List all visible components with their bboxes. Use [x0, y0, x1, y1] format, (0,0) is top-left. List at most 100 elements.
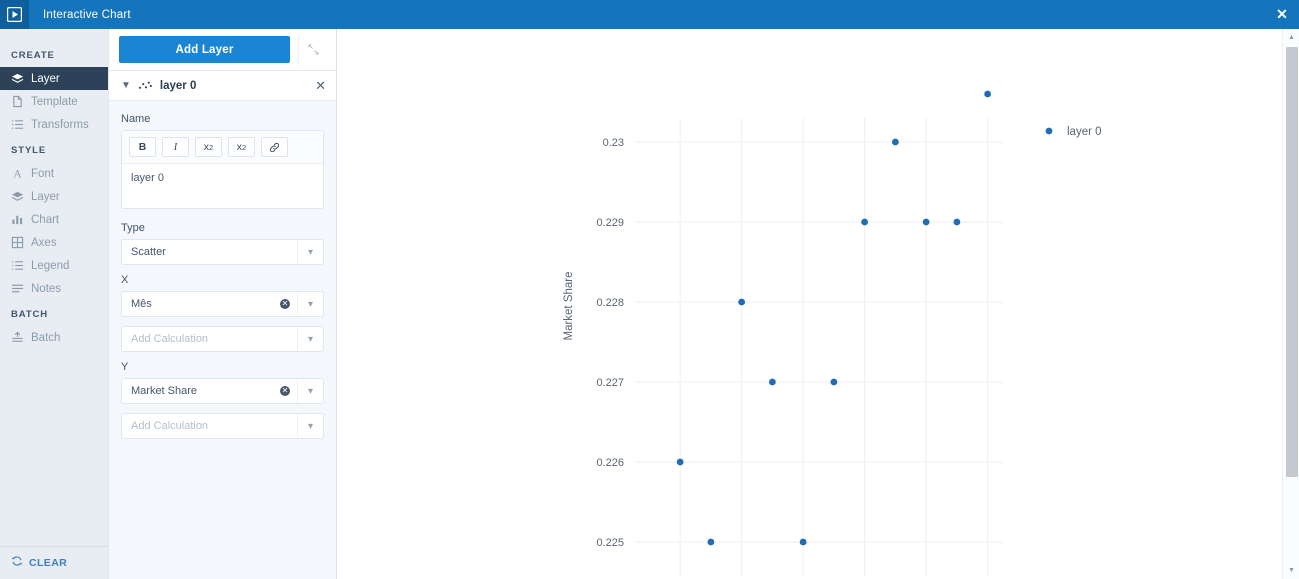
- clear-y-icon[interactable]: ✕: [280, 386, 290, 396]
- sidebar-item-layer-create[interactable]: Layer: [0, 67, 108, 90]
- sidebar-section-batch: BATCH: [11, 309, 49, 320]
- legend-label[interactable]: layer 0: [1067, 126, 1102, 138]
- add-layer-button[interactable]: Add Layer: [119, 36, 290, 63]
- data-point[interactable]: [799, 538, 807, 546]
- sidebar-section-create: CREATE: [11, 50, 55, 61]
- rich-text-toolbar: B I x2 x2: [122, 131, 323, 164]
- play-logo-icon: [0, 0, 29, 29]
- data-point[interactable]: [953, 218, 961, 226]
- sidebar: CREATE Layer Template Transforms STYLE A…: [0, 29, 109, 579]
- x-calculation-placeholder: Add Calculation: [131, 333, 209, 345]
- clear-button[interactable]: CLEAR: [0, 546, 108, 579]
- clear-x-icon[interactable]: ✕: [280, 299, 290, 309]
- title-bar: Interactive Chart ✕: [0, 0, 1299, 29]
- y-tick-label: 0.226: [596, 457, 624, 469]
- data-point[interactable]: [891, 138, 899, 146]
- sidebar-item-label: Legend: [31, 259, 70, 272]
- sidebar-item-label: Font: [31, 167, 55, 180]
- scrollbar-thumb[interactable]: [1286, 47, 1298, 477]
- grid-icon: [11, 236, 24, 249]
- legend-marker: [1045, 127, 1053, 135]
- y-calculation-select[interactable]: Add Calculation ▾: [121, 413, 324, 439]
- x-calculation-select[interactable]: Add Calculation ▾: [121, 326, 324, 352]
- name-input[interactable]: layer 0: [122, 164, 323, 208]
- y-select-value: Market Share: [131, 385, 198, 397]
- bold-button[interactable]: B: [129, 137, 156, 157]
- bar-chart-icon: [11, 213, 24, 226]
- sidebar-item-label: Transforms: [31, 118, 89, 131]
- sidebar-item-axes[interactable]: Axes: [0, 231, 108, 254]
- close-icon[interactable]: ✕: [1265, 0, 1299, 29]
- layer-header-title: layer 0: [159, 79, 197, 92]
- x-select-value: Mês: [131, 298, 152, 310]
- data-point[interactable]: [830, 378, 838, 386]
- sidebar-item-chart[interactable]: Chart: [0, 208, 108, 231]
- sidebar-item-notes[interactable]: Notes: [0, 277, 108, 300]
- chart-canvas[interactable]: 0.23 0.229 0.228 0.227 0.226 0.225 Market Shar…: [337, 29, 1282, 579]
- sidebar-section-style: STYLE: [11, 145, 47, 156]
- close-icon[interactable]: ✕: [315, 79, 326, 92]
- y-tick-label: 0.225: [596, 537, 624, 549]
- scatter-chart: 0.23 0.229 0.228 0.227 0.226 0.225 Market Shar…: [563, 90, 1102, 579]
- chevron-down-icon: ▾: [297, 379, 323, 403]
- layer-header: ▼ layer 0 ✕: [109, 71, 336, 101]
- x-select[interactable]: Mês ✕ ▾: [121, 291, 324, 317]
- data-point[interactable]: [738, 298, 746, 306]
- type-select-value: Scatter: [131, 246, 166, 258]
- sidebar-item-template[interactable]: Template: [0, 90, 108, 113]
- clear-label: CLEAR: [29, 557, 68, 569]
- sidebar-item-label: Chart: [31, 213, 60, 226]
- sidebar-item-label: Axes: [31, 236, 57, 249]
- scroll-up-icon[interactable]: ▲: [1283, 29, 1299, 46]
- subscript-button[interactable]: x2: [195, 137, 222, 157]
- data-point[interactable]: [861, 218, 869, 226]
- scroll-down-icon[interactable]: ▼: [1283, 562, 1299, 579]
- chevron-down-icon: ▾: [297, 414, 323, 438]
- collapse-arrows-icon[interactable]: [298, 34, 328, 65]
- chevron-down-icon: ▾: [297, 240, 323, 264]
- sidebar-item-font[interactable]: A Font: [0, 162, 108, 185]
- layers-icon: [11, 72, 24, 85]
- data-point[interactable]: [768, 378, 776, 386]
- document-icon: [11, 95, 24, 108]
- layer-properties-panel: Add Layer ▼ layer 0 ✕ Name B I x2 x2 lay…: [109, 29, 337, 579]
- scatter-icon: [138, 80, 153, 92]
- sidebar-item-layer-style[interactable]: Layer: [0, 185, 108, 208]
- chevron-down-icon[interactable]: ▼: [121, 80, 131, 91]
- y-select[interactable]: Market Share ✕ ▾: [121, 378, 324, 404]
- data-point[interactable]: [676, 458, 684, 466]
- link-button[interactable]: [261, 137, 288, 157]
- vertical-scrollbar[interactable]: ▲ ▼: [1282, 29, 1299, 579]
- batch-icon: [11, 331, 24, 344]
- chevron-down-icon: ▾: [297, 292, 323, 316]
- y-tick-label: 0.229: [596, 217, 624, 229]
- svg-text:A: A: [13, 169, 21, 180]
- superscript-button[interactable]: x2: [228, 137, 255, 157]
- sidebar-item-label: Notes: [31, 282, 62, 295]
- sidebar-item-label: Layer: [31, 190, 60, 203]
- layers-icon: [11, 190, 24, 203]
- x-field-label: X: [121, 274, 129, 286]
- sidebar-item-label: Template: [31, 95, 78, 108]
- sidebar-item-batch[interactable]: Batch: [0, 326, 108, 349]
- type-select[interactable]: Scatter ▾: [121, 239, 324, 265]
- type-field-label: Type: [121, 222, 145, 234]
- list-icon: [11, 118, 24, 131]
- y-tick-label: 0.23: [603, 137, 624, 149]
- sidebar-scroll: CREATE Layer Template Transforms STYLE A…: [0, 29, 108, 546]
- sidebar-item-legend[interactable]: Legend: [0, 254, 108, 277]
- name-field: B I x2 x2 layer 0: [121, 130, 324, 209]
- y-tick-label: 0.227: [596, 377, 624, 389]
- list-icon: [11, 259, 24, 272]
- y-calculation-placeholder: Add Calculation: [131, 420, 209, 432]
- sidebar-item-label: Batch: [31, 331, 61, 344]
- data-point[interactable]: [707, 538, 715, 546]
- panel-toolbar: Add Layer: [109, 29, 336, 71]
- italic-button[interactable]: I: [162, 137, 189, 157]
- interactive-chart-window: Interactive Chart ✕ CREATE Layer Templat…: [0, 0, 1299, 579]
- data-point[interactable]: [922, 218, 930, 226]
- data-point[interactable]: [984, 90, 992, 98]
- sidebar-item-transforms[interactable]: Transforms: [0, 113, 108, 136]
- font-a-icon: A: [11, 167, 24, 180]
- sidebar-item-label: Layer: [31, 72, 60, 85]
